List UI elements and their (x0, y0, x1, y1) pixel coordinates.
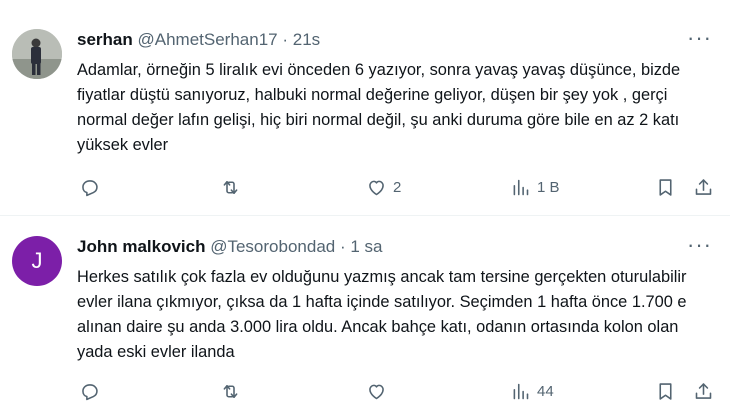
bookmark-icon (659, 178, 672, 196)
reply-button[interactable] (79, 376, 100, 406)
avatar[interactable] (12, 29, 62, 79)
reply-icon (82, 383, 98, 400)
separator-dot: · (282, 30, 289, 49)
avatar-photo (12, 29, 62, 79)
like-count: 2 (393, 178, 402, 196)
retweet-button[interactable] (220, 172, 241, 202)
retweet-icon (223, 180, 238, 194)
views-icon (513, 383, 529, 399)
timestamp[interactable]: 21s (293, 30, 320, 49)
tweet[interactable]: J John malkovich @Tesorobondad · 1 sa ··… (0, 215, 730, 420)
separator-dot: · (339, 237, 346, 256)
tweet-actions: 2 1 B (77, 172, 717, 202)
share-icon (695, 382, 712, 399)
display-name[interactable]: John malkovich (77, 237, 205, 256)
views-button[interactable]: 44 (510, 376, 554, 406)
tweet-header: serhan @AhmetSerhan17 · 21s (77, 30, 320, 50)
like-button[interactable] (366, 376, 387, 406)
views-button[interactable]: 1 B (510, 172, 560, 202)
share-icon (695, 178, 712, 195)
bookmark-button[interactable] (655, 376, 676, 406)
like-button[interactable]: 2 (366, 172, 401, 202)
views-count: 44 (537, 382, 554, 400)
like-icon (369, 384, 384, 399)
share-button[interactable] (693, 172, 714, 202)
bookmark-button[interactable] (655, 172, 676, 202)
retweet-icon (223, 384, 238, 398)
views-count: 1 B (537, 178, 560, 196)
share-button[interactable] (693, 376, 714, 406)
reply-icon (82, 179, 98, 196)
tweet-text: Adamlar, örneğin 5 liralık evi önceden 6… (77, 61, 681, 154)
views-icon (513, 179, 529, 195)
more-options-button[interactable]: ··· (687, 27, 712, 49)
tweet-text: Herkes satılık çok fazla ev olduğunu yaz… (77, 268, 687, 361)
more-options-button[interactable]: ··· (687, 234, 712, 256)
user-handle[interactable]: @Tesorobondad (210, 237, 335, 256)
like-icon (369, 180, 384, 195)
retweet-button[interactable] (220, 376, 241, 406)
bookmark-icon (659, 382, 672, 400)
tweet-actions: 44 (77, 376, 717, 406)
user-handle[interactable]: @AhmetSerhan17 (137, 30, 277, 49)
display-name[interactable]: serhan (77, 30, 133, 49)
reply-button[interactable] (79, 172, 100, 202)
tweet[interactable]: serhan @AhmetSerhan17 · 21s ··· Adamlar,… (0, 0, 730, 215)
timestamp[interactable]: 1 sa (350, 237, 382, 256)
tweet-header: John malkovich @Tesorobondad · 1 sa (77, 237, 383, 257)
avatar[interactable]: J (12, 236, 62, 286)
